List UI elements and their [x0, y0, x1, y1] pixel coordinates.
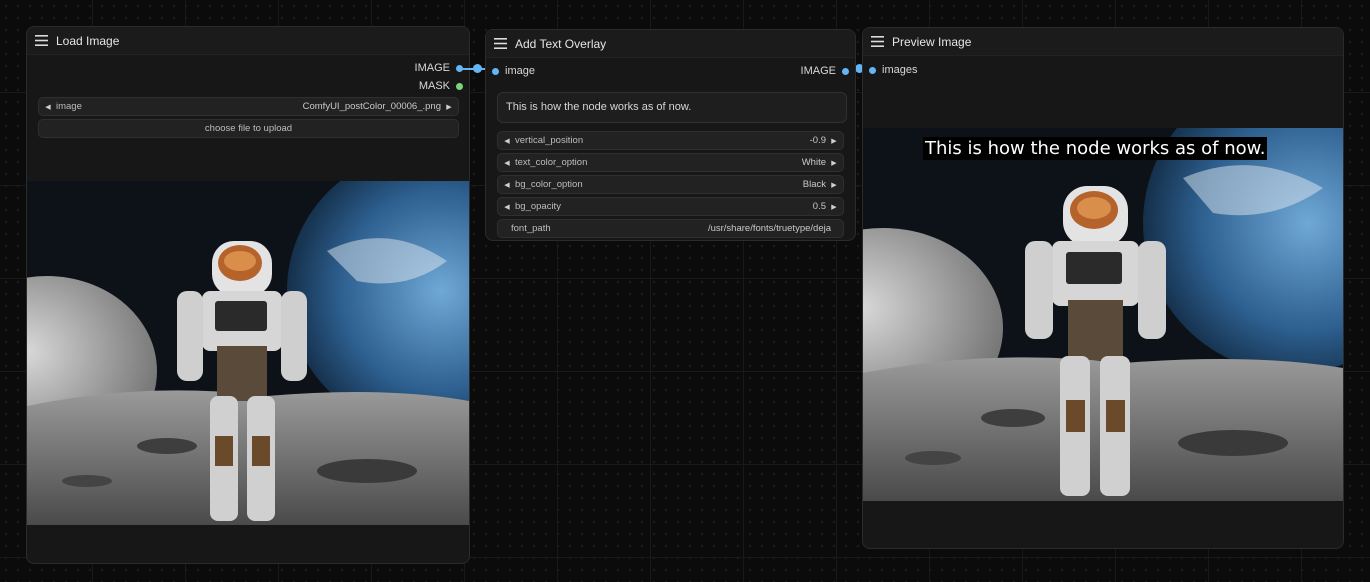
menu-icon[interactable]: [494, 38, 507, 49]
input-label: image: [505, 65, 535, 77]
chevron-left-icon[interactable]: ◀: [502, 203, 512, 211]
widget-value: /usr/share/fonts/truetype/deja: [707, 223, 831, 234]
font-path-widget[interactable]: font_path /usr/share/fonts/truetype/deja: [497, 219, 844, 238]
output-label: IMAGE: [800, 65, 836, 77]
chevron-left-icon[interactable]: ◀: [502, 137, 512, 145]
widget-label: font_path: [511, 223, 551, 234]
input-slot-image[interactable]: image: [492, 63, 535, 79]
preview-image-node[interactable]: Preview Image images This is how the nod…: [862, 27, 1344, 549]
text-color-option-widget[interactable]: ◀ text_color_option White ▶: [497, 153, 844, 172]
node-title: Add Text Overlay: [515, 36, 607, 51]
widget-label: text_color_option: [515, 157, 588, 168]
input-slot-images[interactable]: images: [869, 62, 917, 78]
add-text-overlay-node[interactable]: Add Text Overlay image IMAGE This is how…: [485, 29, 856, 241]
output-dot[interactable]: [456, 82, 463, 90]
loaded-image-preview: [27, 181, 469, 525]
overlay-text-preview: This is how the node works as of now.: [923, 137, 1268, 160]
menu-icon[interactable]: [871, 36, 884, 47]
preview-image-node-header[interactable]: Preview Image: [863, 28, 1343, 56]
node-title: Preview Image: [892, 34, 972, 49]
widget-label: bg_opacity: [515, 201, 561, 212]
input-dot[interactable]: [869, 66, 876, 74]
output-dot[interactable]: [842, 67, 849, 75]
chevron-right-icon[interactable]: ▶: [829, 203, 839, 211]
widget-label: vertical_position: [515, 135, 584, 146]
chevron-right-icon[interactable]: ▶: [829, 137, 839, 145]
text-input-area[interactable]: This is how the node works as of now.: [497, 92, 847, 123]
menu-icon[interactable]: [35, 35, 48, 46]
output-slot-mask[interactable]: MASK: [419, 78, 463, 94]
chevron-right-icon[interactable]: ▶: [444, 103, 454, 111]
upload-label: choose file to upload: [204, 123, 293, 134]
output-slot-image[interactable]: IMAGE: [801, 63, 849, 79]
widget-value: ComfyUI_postColor_00006_.png: [302, 101, 441, 112]
upload-button[interactable]: choose file to upload: [38, 119, 459, 138]
widget-value: -0.9: [809, 135, 826, 146]
chevron-right-icon[interactable]: ▶: [829, 159, 839, 167]
node-title: Load Image: [56, 33, 120, 48]
input-dot[interactable]: [492, 67, 499, 75]
output-label: MASK: [418, 80, 450, 92]
load-image-node[interactable]: Load Image IMAGE MASK ◀ image ComfyUI_po…: [26, 26, 470, 564]
widget-value: 0.5: [812, 201, 826, 212]
bg-color-option-widget[interactable]: ◀ bg_color_option Black ▶: [497, 175, 844, 194]
preview-image-output: This is how the node works as of now.: [863, 128, 1343, 501]
widget-value: Black: [802, 179, 826, 190]
chevron-right-icon[interactable]: ▶: [829, 181, 839, 189]
link-midpoint-dot[interactable]: [473, 64, 482, 73]
load-image-node-header[interactable]: Load Image: [27, 27, 469, 55]
chevron-left-icon[interactable]: ◀: [43, 103, 53, 111]
widget-value: White: [801, 157, 826, 168]
chevron-left-icon[interactable]: ◀: [502, 181, 512, 189]
input-label: images: [882, 64, 918, 76]
output-label: IMAGE: [414, 62, 450, 74]
output-slot-image[interactable]: IMAGE: [415, 60, 463, 76]
widget-label: image: [56, 101, 82, 112]
add-text-overlay-node-header[interactable]: Add Text Overlay: [486, 30, 855, 58]
vertical-position-widget[interactable]: ◀ vertical_position -0.9 ▶: [497, 131, 844, 150]
image-combo-widget[interactable]: ◀ image ComfyUI_postColor_00006_.png ▶: [38, 97, 459, 116]
widget-label: bg_color_option: [515, 179, 583, 190]
chevron-left-icon[interactable]: ◀: [502, 159, 512, 167]
bg-opacity-widget[interactable]: ◀ bg_opacity 0.5 ▶: [497, 197, 844, 216]
